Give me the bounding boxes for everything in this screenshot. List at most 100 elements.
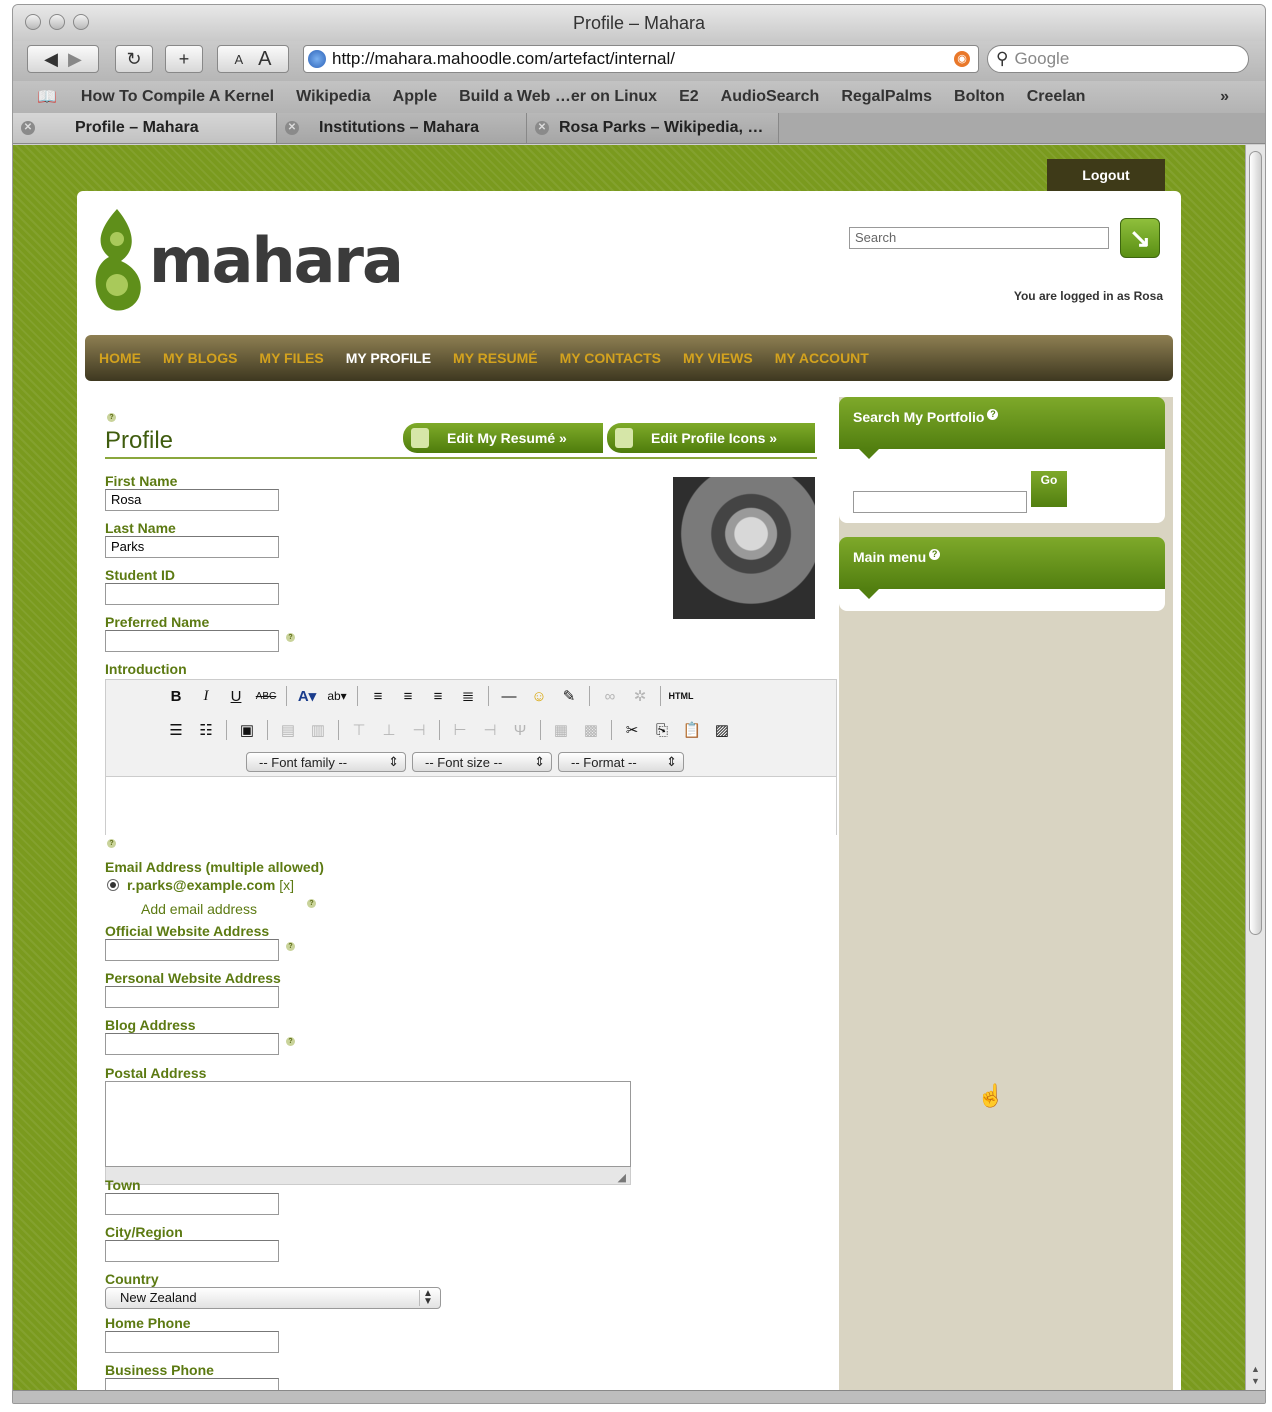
bookmark-item[interactable]: RegalPalms [841, 88, 932, 106]
first-name-field[interactable]: Rosa [105, 489, 279, 511]
nav-my-views[interactable]: MY VIEWS [683, 350, 753, 366]
merge-cells-icon[interactable]: ▩ [581, 720, 601, 740]
text-bigger-button[interactable]: A [258, 48, 271, 71]
copy-icon[interactable]: ⎘ [652, 720, 672, 740]
nav-my-account[interactable]: MY ACCOUNT [775, 350, 869, 366]
add-bookmark-button[interactable]: + [165, 45, 203, 73]
image-icon[interactable]: ▣ [237, 720, 257, 740]
insert-row-after-icon[interactable]: ⊥ [379, 720, 399, 740]
split-cells-icon[interactable]: ▦ [551, 720, 571, 740]
logout-button[interactable]: Logout [1047, 159, 1165, 191]
last-name-field[interactable]: Parks [105, 536, 279, 558]
help-icon[interactable]: ? [107, 839, 116, 848]
introduction-editor-area[interactable] [106, 776, 836, 835]
student-id-field[interactable] [105, 583, 279, 605]
bookmark-item[interactable]: Bolton [954, 88, 1005, 106]
format-select[interactable]: -- Format -- ⇕ [558, 752, 684, 772]
bookmark-item[interactable]: Build a Web …er on Linux [459, 88, 657, 106]
help-icon[interactable]: ? [286, 942, 295, 951]
bookmark-item[interactable]: Creelan [1027, 88, 1086, 106]
help-icon[interactable]: ? [286, 1037, 295, 1046]
bookmarks-overflow-icon[interactable]: » [1220, 88, 1229, 106]
url-text[interactable]: http://mahara.mahoodle.com/artefact/inte… [332, 49, 675, 69]
text-smaller-button[interactable]: A [234, 52, 243, 67]
tab-institutions[interactable]: ✕ Institutions – Mahara [277, 113, 527, 143]
help-icon[interactable]: ? [929, 549, 941, 560]
insert-col-after-icon[interactable]: ⊣ [480, 720, 500, 740]
remove-email-link[interactable]: [x] [279, 877, 294, 893]
insert-col-before-icon[interactable]: ⊢ [450, 720, 470, 740]
font-family-select[interactable]: -- Font family -- ⇕ [246, 752, 406, 772]
close-tab-icon[interactable]: ✕ [285, 121, 299, 135]
help-icon[interactable]: ? [987, 409, 999, 420]
text-size-buttons[interactable]: A A [217, 45, 289, 73]
textarea-resize-bar[interactable]: ◢ [105, 1167, 631, 1185]
bullet-list-icon[interactable]: ☰ [166, 720, 186, 740]
delete-col-icon[interactable]: Ψ [510, 720, 530, 740]
forward-arrow-icon[interactable]: ▶ [68, 49, 82, 70]
primary-email-radio[interactable] [107, 879, 119, 891]
bold-icon[interactable]: B [166, 686, 186, 706]
smiley-icon[interactable]: ☺ [529, 686, 549, 706]
underline-icon[interactable]: U [226, 686, 246, 706]
site-search-go-button[interactable]: ↘ [1120, 218, 1160, 258]
cut-icon[interactable]: ✂ [622, 720, 642, 740]
paste-word-icon[interactable]: ▨ [712, 720, 732, 740]
help-icon[interactable]: ? [286, 633, 295, 642]
town-field[interactable] [105, 1193, 279, 1215]
nav-my-files[interactable]: MY FILES [259, 350, 323, 366]
bookmark-item[interactable]: Apple [393, 88, 437, 106]
city-region-field[interactable] [105, 1240, 279, 1262]
back-arrow-icon[interactable]: ◀ [44, 49, 58, 70]
preferred-name-field[interactable] [105, 630, 279, 652]
html-source-icon[interactable]: HTML [669, 686, 694, 706]
portfolio-go-button[interactable]: Go [1031, 471, 1067, 507]
nav-my-resume[interactable]: MY RESUMÉ [453, 350, 538, 366]
cell-props-icon[interactable]: ▥ [308, 720, 328, 740]
highlight-icon[interactable]: ab▾ [327, 686, 347, 706]
scroll-arrows-icon[interactable]: ▲ ▼ [1249, 1363, 1262, 1387]
book-icon[interactable]: 📖 [37, 87, 57, 107]
postal-address-field[interactable] [105, 1081, 631, 1167]
back-forward-buttons[interactable]: ◀ ▶ [27, 45, 99, 73]
font-size-select[interactable]: -- Font size -- ⇕ [412, 752, 552, 772]
close-tab-icon[interactable]: ✕ [21, 121, 35, 135]
site-search-input[interactable]: Search [849, 227, 1109, 249]
numbered-list-icon[interactable]: ☷ [196, 720, 216, 740]
horizontal-rule-icon[interactable]: — [499, 686, 519, 706]
help-icon[interactable]: ? [107, 413, 116, 422]
mahara-logo[interactable]: mahara [89, 205, 404, 315]
country-select[interactable]: New Zealand ▲ ▼ [105, 1287, 441, 1309]
tab-profile[interactable]: ✕ Profile – Mahara [13, 113, 277, 143]
close-tab-icon[interactable]: ✕ [535, 121, 549, 135]
insert-row-before-icon[interactable]: ⊤ [349, 720, 369, 740]
bookmark-item[interactable]: How To Compile A Kernel [81, 88, 274, 106]
reload-button[interactable]: ↻ [115, 45, 153, 73]
link-icon[interactable]: ∞ [600, 686, 620, 706]
tab-rosa-parks[interactable]: ✕ Rosa Parks – Wikipedia, … [527, 113, 779, 143]
resize-handle-icon[interactable]: ◢ [618, 1171, 626, 1184]
align-justify-icon[interactable]: ≣ [458, 686, 478, 706]
delete-row-icon[interactable]: ⊣ [409, 720, 429, 740]
align-right-icon[interactable]: ≡ [428, 686, 448, 706]
address-bar[interactable]: http://mahara.mahoodle.com/artefact/inte… [303, 45, 979, 73]
paste-icon[interactable]: 📋 [682, 720, 702, 740]
scrollbar-thumb[interactable] [1249, 151, 1262, 935]
unlink-icon[interactable]: ✲ [630, 686, 650, 706]
rss-icon[interactable]: ◉ [954, 51, 970, 67]
nav-home[interactable]: HOME [99, 350, 141, 366]
nav-my-contacts[interactable]: MY CONTACTS [560, 350, 661, 366]
vertical-scrollbar[interactable]: ▲ ▼ [1245, 145, 1265, 1391]
nav-my-blogs[interactable]: MY BLOGS [163, 350, 237, 366]
align-center-icon[interactable]: ≡ [398, 686, 418, 706]
bookmark-item[interactable]: AudioSearch [721, 88, 820, 106]
blog-address-field[interactable] [105, 1033, 279, 1055]
cleanup-icon[interactable]: ✎ [559, 686, 579, 706]
strikethrough-icon[interactable]: ABC [256, 686, 277, 706]
edit-profile-icons-button[interactable]: Edit Profile Icons » [607, 423, 815, 453]
bookmark-item[interactable]: E2 [679, 88, 699, 106]
text-color-icon[interactable]: A▾ [297, 686, 317, 706]
nav-my-profile[interactable]: MY PROFILE [346, 350, 431, 366]
table-props-icon[interactable]: ▤ [278, 720, 298, 740]
bookmark-item[interactable]: Wikipedia [296, 88, 371, 106]
